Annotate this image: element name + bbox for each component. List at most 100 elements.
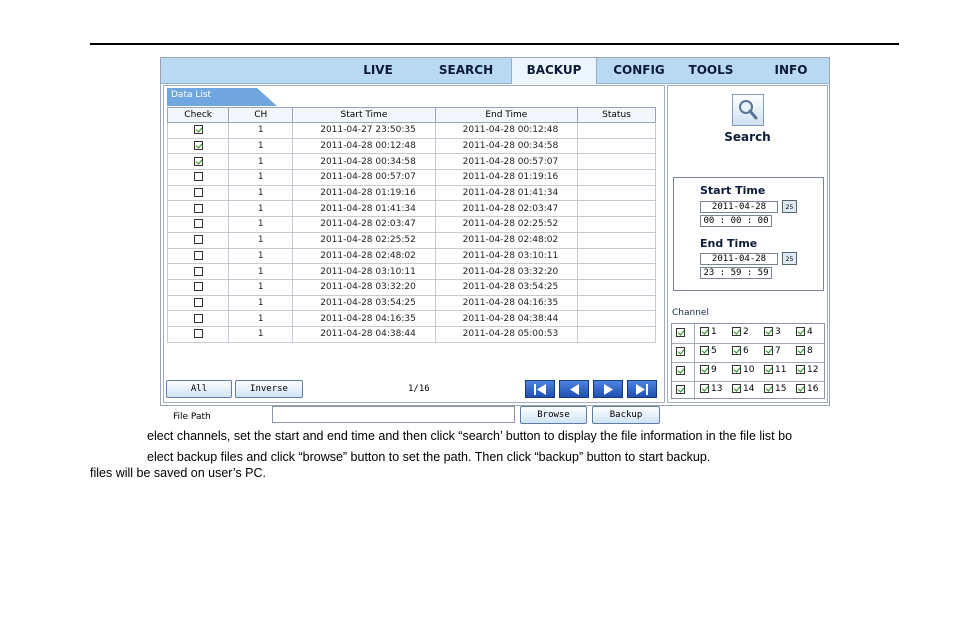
table-row[interactable]: 1 2011-04-28 02:03:47 2011-04-28 02:25:52 (166, 216, 656, 233)
table-row[interactable]: 1 2011-04-28 01:41:34 2011-04-28 02:03:47 (166, 200, 656, 218)
row-checkbox[interactable] (193, 141, 203, 151)
channel-checkbox[interactable] (700, 346, 709, 355)
last-page-icon[interactable] (627, 380, 657, 398)
channel-checkbox[interactable] (700, 365, 709, 374)
dvr-backup-window: LIVE SEARCH BACKUP CONFIG TOOLS INFO Dat… (160, 57, 830, 424)
table-row[interactable]: 1 2011-04-28 02:25:52 2011-04-28 02:48:02 (166, 231, 656, 249)
instruction-line-1: elect channels, set the start and end ti… (147, 429, 793, 443)
channel-item[interactable]: 11 (764, 365, 786, 375)
data-list-table: Check CH Start Time End Time Status 1 201… (166, 107, 656, 343)
next-page-icon[interactable] (593, 380, 623, 398)
channel-checkbox[interactable] (796, 365, 805, 374)
table-row[interactable]: 1 2011-04-28 00:34:58 2011-04-28 00:57:07 (166, 153, 656, 171)
select-all-button[interactable]: All (166, 380, 232, 398)
row-start-time: 2011-04-28 03:54:25 (292, 294, 436, 312)
row-checkbox[interactable] (193, 266, 203, 276)
table-row[interactable]: 1 2011-04-28 03:54:25 2011-04-28 04:16:35 (166, 294, 656, 312)
channel-item[interactable]: 10 (732, 365, 754, 375)
channel-item[interactable]: 2 (732, 327, 749, 337)
table-row[interactable]: 1 2011-04-28 00:12:48 2011-04-28 00:34:58 (166, 137, 656, 155)
file-path-input[interactable] (272, 406, 515, 423)
table-row[interactable]: 1 2011-04-28 02:48:02 2011-04-28 03:10:11 (166, 247, 656, 265)
channel-item[interactable]: 8 (796, 346, 813, 356)
tab-tools[interactable]: TOOLS (679, 58, 743, 83)
channel-checkbox[interactable] (796, 384, 805, 393)
channel-checkbox[interactable] (700, 384, 709, 393)
channel-item[interactable]: 13 (700, 384, 722, 394)
channel-item[interactable]: 4 (796, 327, 813, 337)
row-checkbox[interactable] (193, 219, 203, 229)
row-checkbox[interactable] (193, 250, 203, 260)
channel-item[interactable]: 1 (700, 327, 717, 337)
start-date-field[interactable]: 2011-04-28 (700, 201, 778, 213)
channel-checkbox[interactable] (764, 327, 773, 336)
row-end-time: 2011-04-28 04:16:35 (434, 294, 579, 312)
browse-button[interactable]: Browse (520, 406, 587, 424)
channel-item[interactable]: 7 (764, 346, 781, 356)
tab-search[interactable]: SEARCH (431, 58, 501, 83)
row-checkbox[interactable] (193, 156, 203, 166)
channel-checkbox[interactable] (764, 346, 773, 355)
channel-checkbox[interactable] (700, 327, 709, 336)
channel-item[interactable]: 9 (700, 365, 717, 375)
channel-checkbox[interactable] (732, 327, 741, 336)
channel-item[interactable]: 14 (732, 384, 754, 394)
row-channel: 1 (228, 216, 294, 233)
tab-config[interactable]: CONFIG (607, 58, 671, 83)
row-checkbox[interactable] (193, 203, 203, 213)
channel-row-select-all-checkbox[interactable] (676, 347, 685, 356)
row-end-time: 2011-04-28 01:19:16 (434, 169, 579, 186)
table-row[interactable]: 1 2011-04-27 23:50:35 2011-04-28 00:12:48 (166, 122, 656, 139)
table-row[interactable]: 1 2011-04-28 01:19:16 2011-04-28 01:41:34 (166, 184, 656, 202)
row-checkbox[interactable] (193, 125, 203, 135)
channel-checkbox[interactable] (796, 327, 805, 336)
row-checkbox[interactable] (193, 297, 203, 307)
row-check-cell (166, 153, 230, 171)
table-row[interactable]: 1 2011-04-28 03:10:11 2011-04-28 03:32:20 (166, 263, 656, 280)
row-status (577, 153, 656, 171)
channel-row-select-all-checkbox[interactable] (676, 366, 685, 375)
search-button-label[interactable]: Search (668, 130, 827, 144)
row-checkbox[interactable] (193, 329, 203, 339)
channel-row-select-all-checkbox[interactable] (676, 385, 685, 394)
backup-button[interactable]: Backup (592, 406, 660, 424)
channel-number: 7 (775, 346, 781, 356)
end-calendar-icon[interactable]: 25 (782, 252, 797, 265)
table-row[interactable]: 1 2011-04-28 03:32:20 2011-04-28 03:54:25 (166, 278, 656, 296)
table-row[interactable]: 1 2011-04-28 00:57:07 2011-04-28 01:19:16 (166, 169, 656, 186)
channel-checkbox[interactable] (764, 365, 773, 374)
channel-checkbox[interactable] (732, 365, 741, 374)
channel-checkbox[interactable] (732, 346, 741, 355)
inverse-selection-button[interactable]: Inverse (235, 380, 303, 398)
page-top-rule (90, 43, 899, 45)
end-date-field[interactable]: 2011-04-28 (700, 253, 778, 265)
start-time-field[interactable]: 00 : 00 : 00 (700, 215, 772, 227)
tab-info[interactable]: INFO (759, 58, 823, 83)
row-checkbox[interactable] (193, 235, 203, 245)
start-calendar-icon[interactable]: 25 (782, 200, 797, 213)
row-checkbox[interactable] (193, 313, 203, 323)
channel-number: 1 (711, 327, 717, 337)
channel-item[interactable]: 3 (764, 327, 781, 337)
end-time-field[interactable]: 23 : 59 : 59 (700, 267, 772, 279)
instruction-line-2: elect backup files and click “browse” bu… (147, 450, 711, 464)
prev-page-icon[interactable] (559, 380, 589, 398)
channel-item[interactable]: 5 (700, 346, 717, 356)
magnifier-icon[interactable] (732, 94, 764, 126)
channel-item[interactable]: 12 (796, 365, 818, 375)
channel-item[interactable]: 15 (764, 384, 786, 394)
channel-row-select-all-checkbox[interactable] (676, 328, 685, 337)
tab-live[interactable]: LIVE (347, 58, 409, 83)
row-checkbox[interactable] (193, 188, 203, 198)
channel-item[interactable]: 6 (732, 346, 749, 356)
table-row[interactable]: 1 2011-04-28 04:16:35 2011-04-28 04:38:44 (166, 310, 656, 327)
channel-checkbox[interactable] (796, 346, 805, 355)
table-row[interactable]: 1 2011-04-28 04:38:44 2011-04-28 05:00:53 (166, 325, 656, 343)
row-checkbox[interactable] (193, 172, 203, 182)
channel-item[interactable]: 16 (796, 384, 818, 394)
row-checkbox[interactable] (193, 282, 203, 292)
channel-checkbox[interactable] (764, 384, 773, 393)
first-page-icon[interactable] (525, 380, 555, 398)
channel-checkbox[interactable] (732, 384, 741, 393)
tab-backup[interactable]: BACKUP (511, 58, 597, 84)
